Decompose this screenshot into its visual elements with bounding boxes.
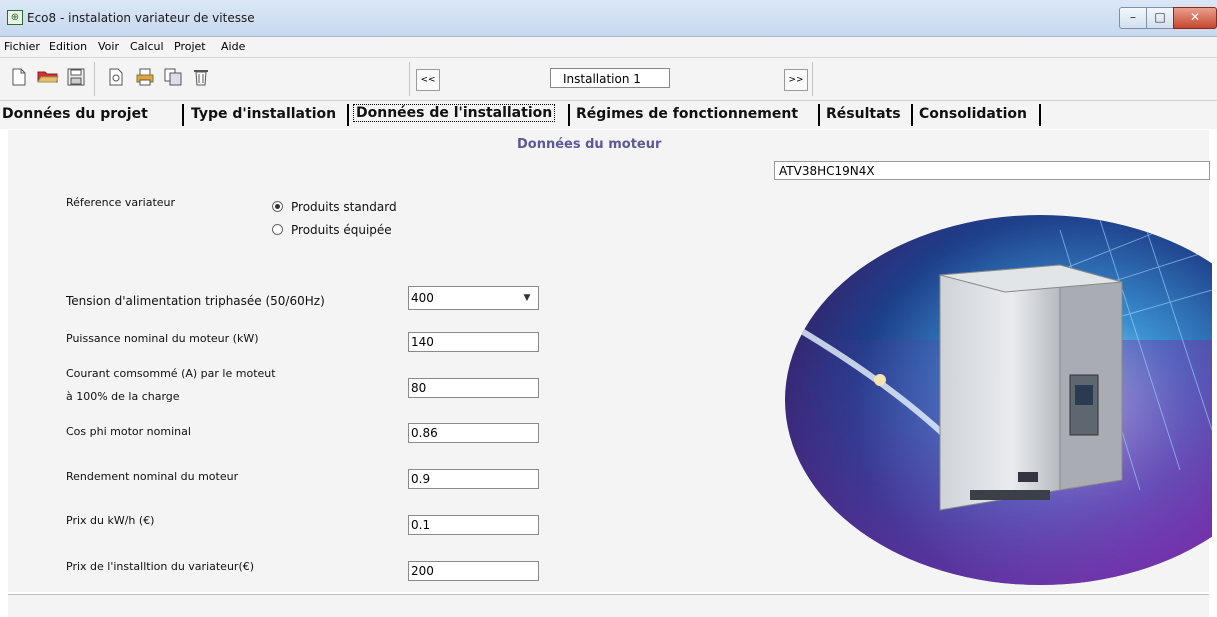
radio-produits-equipee[interactable]: Produits équipée: [272, 223, 392, 237]
cosphi-label: Cos phi motor nominal: [66, 425, 191, 438]
toolbar: << Installation 1 >>: [0, 58, 1217, 101]
courant-field[interactable]: 80: [408, 378, 539, 398]
menu-projet[interactable]: Projet: [174, 40, 206, 53]
tab-separator: [1039, 104, 1041, 126]
drive-product-image: [760, 190, 1212, 590]
reference-label: Réference variateur: [66, 196, 176, 209]
rendement-label: Rendement nominal du moteur: [66, 470, 239, 483]
title-bar: ⊕ Eco8 - instalation variateur de vitess…: [0, 0, 1217, 37]
next-project-button[interactable]: >>: [784, 69, 808, 91]
toolbar-separator: [94, 62, 95, 96]
drive-cabinet: [939, 264, 1123, 511]
tab-bar: Données du projet Type d'installation Do…: [0, 101, 1217, 129]
rendement-field[interactable]: 0.9: [408, 469, 539, 489]
minimize-button[interactable]: –: [1119, 7, 1147, 29]
tab-donnees-installation[interactable]: Données de l'installation: [353, 104, 556, 122]
open-folder-icon[interactable]: [36, 68, 60, 88]
tab-separator: [182, 104, 184, 126]
toolbar-separator: [812, 62, 813, 96]
save-icon[interactable]: [66, 68, 86, 88]
prix-kwh-label: Prix du kW/h (€): [66, 514, 155, 527]
tension-value: 400: [411, 291, 434, 305]
new-file-icon[interactable]: [9, 68, 29, 88]
puissance-label: Puissance nominal du moteur (kW): [66, 332, 259, 345]
tab-resultats[interactable]: Résultats: [826, 106, 901, 122]
section-title: Données du moteur: [517, 137, 662, 152]
menu-aide[interactable]: Aide: [221, 40, 245, 53]
print-preview-icon[interactable]: [106, 68, 126, 88]
print-icon[interactable]: [135, 68, 155, 88]
tension-label: Tension d'alimentation triphasée (50/60H…: [66, 294, 325, 308]
tab-separator: [911, 104, 913, 126]
menu-calcul[interactable]: Calcul: [130, 40, 164, 53]
tab-separator: [818, 104, 820, 126]
radio-label: Produits standard: [291, 200, 397, 214]
menu-voir[interactable]: Voir: [98, 40, 119, 53]
tab-donnees-projet[interactable]: Données du projet: [2, 106, 148, 122]
tab-type-installation[interactable]: Type d'installation: [191, 106, 336, 122]
radio-unchecked-icon: [272, 224, 283, 235]
prev-project-button[interactable]: <<: [416, 69, 440, 91]
window-title: Eco8 - instalation variateur de vitesse: [27, 11, 255, 25]
cosphi-field[interactable]: 0.86: [408, 423, 539, 443]
tab-separator: [568, 104, 570, 126]
tension-select[interactable]: 400 ▼: [408, 286, 539, 310]
prix-kwh-field[interactable]: 0.1: [408, 515, 539, 535]
app-icon: ⊕: [7, 10, 23, 25]
courant-label-line1: Courant comsommé (A) par le moteut: [66, 367, 276, 380]
project-name-field[interactable]: Installation 1: [550, 68, 670, 88]
radio-checked-icon: [272, 201, 283, 212]
drive-reference-field[interactable]: ATV38HC19N4X: [774, 161, 1210, 180]
radio-label: Produits équipée: [291, 223, 392, 237]
radio-produits-standard[interactable]: Produits standard: [272, 200, 397, 214]
toolbar-separator: [409, 62, 410, 96]
close-button[interactable]: ✕: [1173, 7, 1217, 29]
chevron-down-icon[interactable]: ▼: [518, 289, 536, 307]
menu-edition[interactable]: Edition: [49, 40, 87, 53]
menu-bar: Fichier Edition Voir Calcul Projet Aide: [0, 37, 1217, 58]
delete-icon[interactable]: [191, 68, 211, 88]
menu-fichier[interactable]: Fichier: [4, 40, 40, 53]
tab-consolidation[interactable]: Consolidation: [919, 106, 1027, 122]
copy-icon[interactable]: [163, 68, 183, 88]
puissance-field[interactable]: 140: [408, 332, 539, 352]
tab-separator: [347, 104, 349, 126]
status-bar: [8, 594, 1209, 617]
maximize-button[interactable]: □: [1146, 7, 1174, 29]
tab-regimes-fonctionnement[interactable]: Régimes de fonctionnement: [576, 106, 798, 122]
prix-installation-field[interactable]: 200: [408, 561, 539, 581]
courant-label-line2: à 100% de la charge: [66, 390, 180, 403]
prix-installation-label: Prix de l'installtion du variateur(€): [66, 560, 255, 573]
